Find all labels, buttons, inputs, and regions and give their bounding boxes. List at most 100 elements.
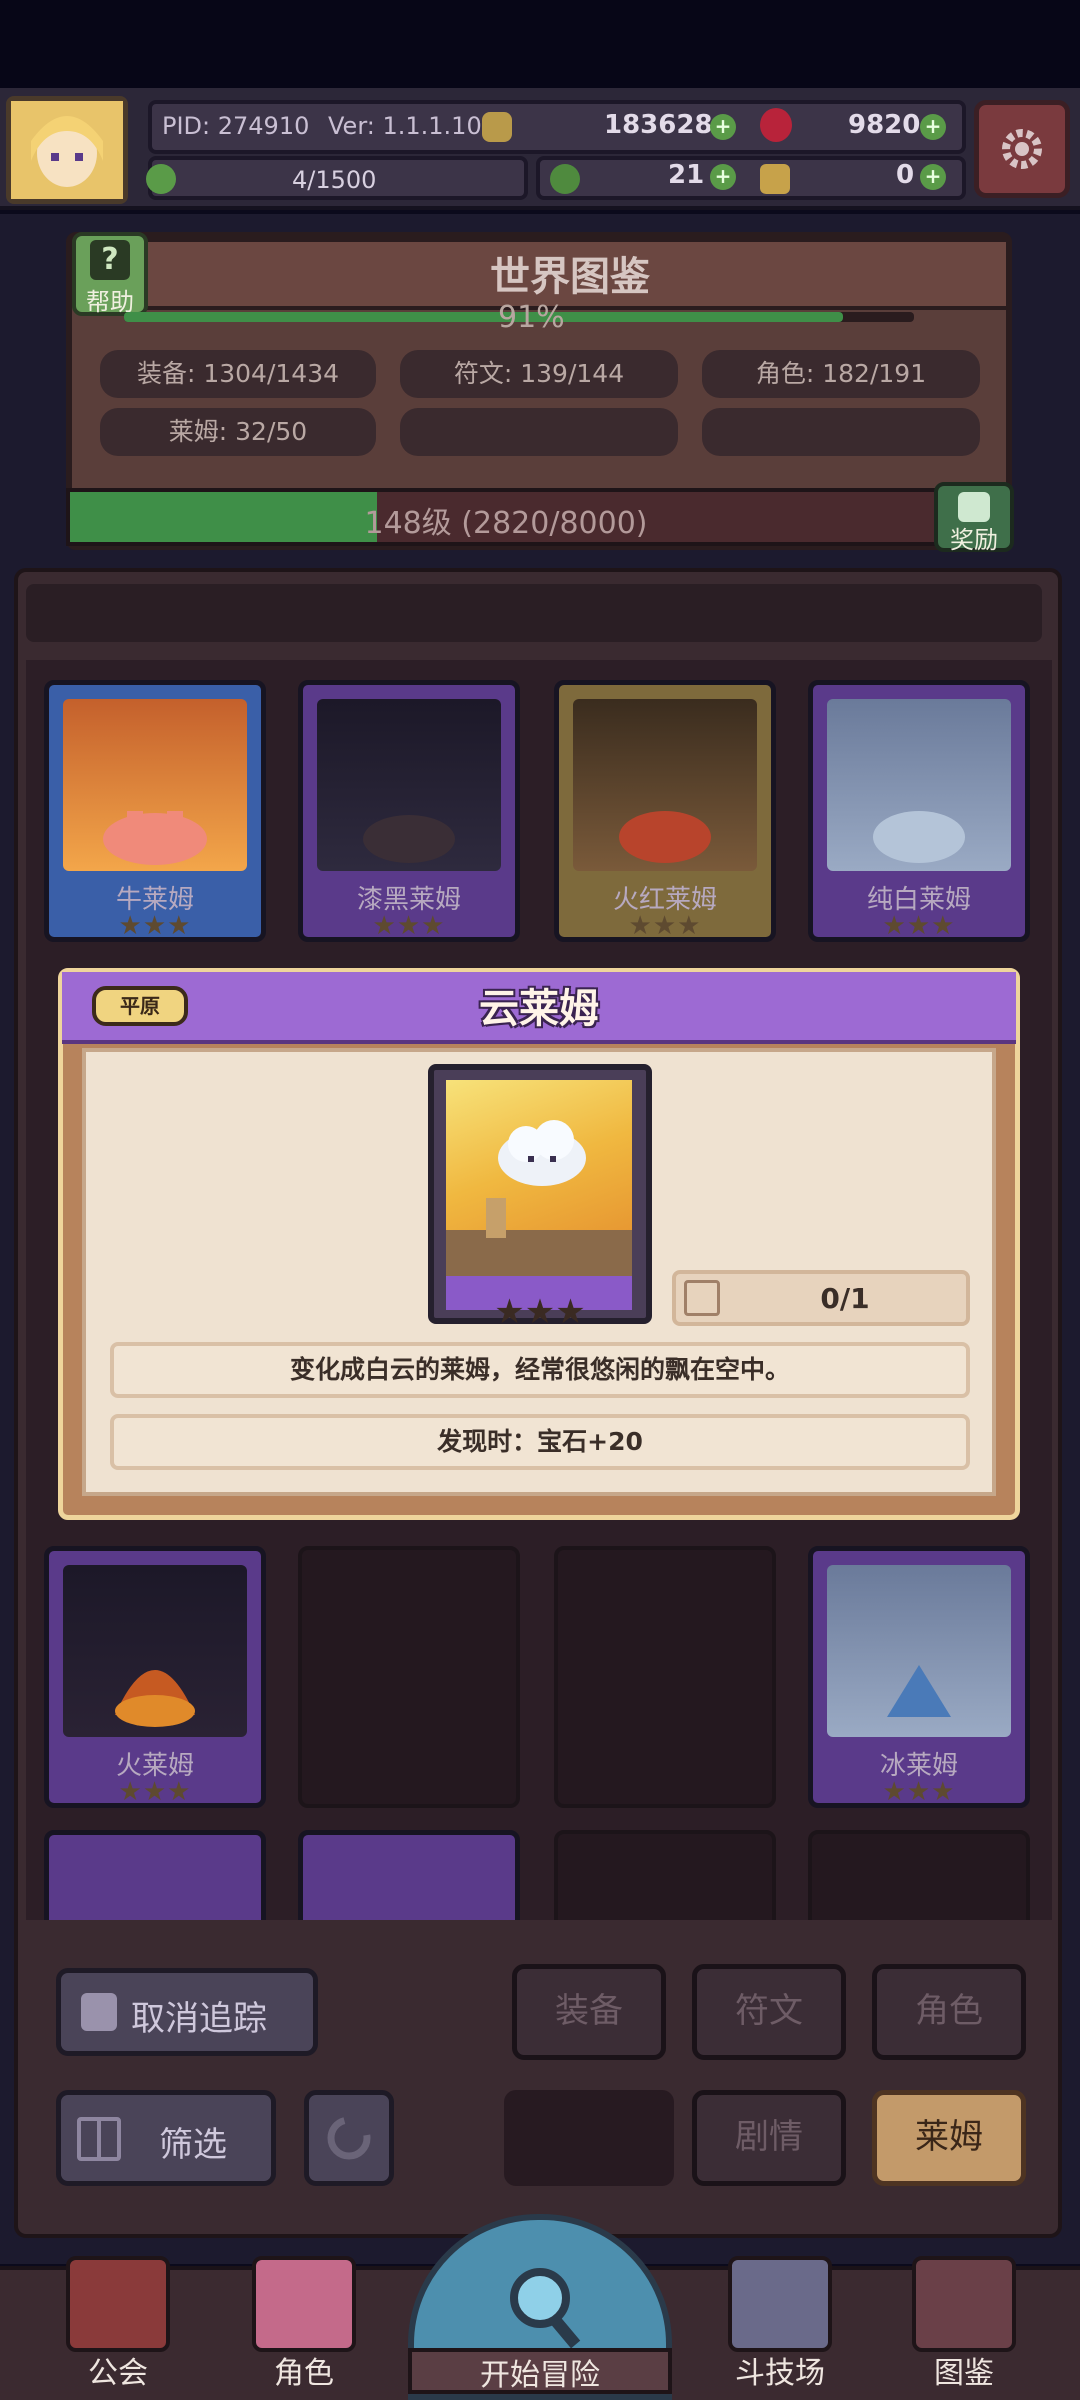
pid-text: PID: 274910 <box>162 112 310 140</box>
empty-slot <box>504 2090 674 2186</box>
dialog-card-art <box>446 1080 632 1276</box>
filter-button[interactable]: 筛选 <box>56 2090 276 2186</box>
card-art <box>63 1565 247 1737</box>
card-stars: ★★★ <box>882 1777 956 1807</box>
magnifier-icon <box>510 2268 581 2349</box>
equipment-tab[interactable]: 装备 <box>512 1964 666 2060</box>
question-icon: ? <box>90 240 130 280</box>
slime-description: 变化成白云的莱姆，经常很悠闲的飘在空中。 <box>110 1342 970 1398</box>
gold-amount: 183628 <box>604 110 713 140</box>
collection-percent: 91% <box>498 300 565 335</box>
cow-slime-icon <box>103 811 207 865</box>
nav-character-label: 角色 <box>274 2356 334 2391</box>
reward-button[interactable]: 奖励 <box>934 482 1014 554</box>
slime-tab[interactable]: 莱姆 <box>872 2090 1026 2186</box>
card-art <box>63 699 247 871</box>
slime-card[interactable]: 漆黑莱姆 ★★★ <box>298 680 520 942</box>
grid-header-strip <box>26 584 1042 642</box>
discovery-reward: 发现时：宝石+20 <box>110 1414 970 1470</box>
collected-count: 0/1 <box>820 1282 870 1315</box>
add-gold-icon[interactable]: + <box>710 114 736 140</box>
card-art <box>317 699 501 871</box>
slime-card[interactable] <box>44 1830 266 1920</box>
settings-button[interactable] <box>974 100 1070 198</box>
add-clover-icon[interactable]: + <box>710 164 736 190</box>
crossed-swords-icon <box>728 2256 832 2352</box>
card-art <box>573 699 757 871</box>
untrack-button[interactable]: 取消追踪 <box>56 1968 318 2056</box>
player-avatar[interactable] <box>6 96 128 204</box>
card-art <box>827 1565 1011 1737</box>
character-icon <box>252 2256 356 2352</box>
slime-card[interactable]: 纯白莱姆 ★★★ <box>808 680 1030 942</box>
gift-icon <box>958 492 990 522</box>
nav-arena-label: 斗技场 <box>735 2356 825 2391</box>
avatar-portrait-icon <box>11 101 123 199</box>
gem-icon <box>760 108 792 142</box>
version-text: Ver: 1.1.1.10 <box>328 112 482 140</box>
card-stars: ★★★ <box>882 911 956 941</box>
codex-book-icon <box>912 2256 1016 2352</box>
slime-card[interactable]: 火莱姆 ★★★ <box>44 1546 266 1808</box>
rune-tab[interactable]: 符文 <box>692 1964 846 2060</box>
card-stars: ★★★ <box>118 1777 192 1807</box>
dialog-stars: ★★★ <box>494 1292 586 1332</box>
card-art <box>827 699 1011 871</box>
nav-start-adventure[interactable]: 开始冒险 <box>408 2214 672 2400</box>
refresh-button[interactable] <box>304 2090 394 2186</box>
ice-slime-icon <box>887 1665 951 1717</box>
cloud-slime-icon <box>446 1120 632 1276</box>
help-button[interactable]: ? 帮助 <box>72 232 148 316</box>
nav-codex[interactable]: 图鉴 <box>900 2246 1030 2400</box>
stamina-clover-icon <box>146 164 176 194</box>
character-tab[interactable]: 角色 <box>872 1964 1026 2060</box>
nav-guild-label: 公会 <box>88 2356 148 2391</box>
slime-card[interactable] <box>298 1830 520 1920</box>
stat-rune: 符文: 139/144 <box>400 350 678 398</box>
white-slime-icon <box>873 811 965 863</box>
collection-progress-fill <box>124 312 843 322</box>
slime-card[interactable]: 牛莱姆 ★★★ <box>44 680 266 942</box>
nav-adventure-label: 开始冒险 <box>480 2358 600 2393</box>
nav-arena[interactable]: 斗技场 <box>716 2246 846 2400</box>
guild-icon <box>66 2256 170 2352</box>
card-stars: ★★★ <box>628 911 702 941</box>
slime-card[interactable]: 火红莱姆 ★★★ <box>554 680 776 942</box>
black-slime-icon <box>363 815 455 863</box>
gem-amount: 9820 <box>848 110 921 140</box>
clover-icon <box>550 164 580 194</box>
story-tab[interactable]: 剧情 <box>692 2090 846 2186</box>
gear-icon <box>1002 129 1042 169</box>
filter-label: 筛选 <box>159 2125 227 2165</box>
system-status-bar <box>0 0 1080 88</box>
reward-label: 奖励 <box>950 526 998 554</box>
red-slime-icon <box>619 811 711 863</box>
key-icon <box>760 164 790 194</box>
locked-card[interactable] <box>298 1546 520 1808</box>
stat-equipment: 装备: 1304/1434 <box>100 350 376 398</box>
dialog-title: 云莱姆 <box>479 986 599 1032</box>
stat-empty-1 <box>400 408 678 456</box>
collection-box-icon <box>684 1280 720 1316</box>
nav-guild[interactable]: 公会 <box>54 2246 184 2400</box>
stat-slime: 莱姆: 32/50 <box>100 408 376 456</box>
clover-amount: 21 <box>668 160 705 190</box>
locked-card[interactable] <box>808 1830 1030 1920</box>
nav-codex-label: 图鉴 <box>934 2356 994 2391</box>
encyclopedia-title: 世界图鉴 <box>490 254 650 300</box>
collected-count-box: 0/1 <box>672 1270 970 1326</box>
key-amount: 0 <box>896 160 915 190</box>
coin-bag-icon <box>482 112 512 142</box>
refresh-icon <box>327 2116 371 2160</box>
locked-card[interactable] <box>554 1830 776 1920</box>
thumb-icon <box>81 1993 117 2031</box>
stamina-value: 4/1500 <box>292 166 377 194</box>
locked-card[interactable] <box>554 1546 776 1808</box>
add-key-icon[interactable]: + <box>920 164 946 190</box>
nav-character[interactable]: 角色 <box>240 2246 370 2400</box>
level-text: 148级 (2820/8000) <box>364 506 648 541</box>
slime-card[interactable]: 冰莱姆 ★★★ <box>808 1546 1030 1808</box>
stat-character: 角色: 182/191 <box>702 350 980 398</box>
untrack-label: 取消追踪 <box>131 1999 267 2039</box>
add-gem-icon[interactable]: + <box>920 114 946 140</box>
